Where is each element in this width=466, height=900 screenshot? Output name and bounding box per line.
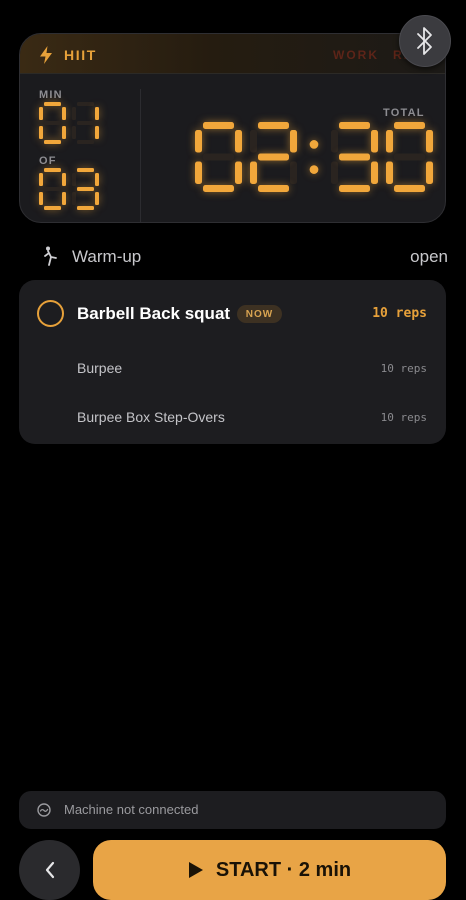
digit-2-segment-b bbox=[371, 130, 378, 153]
exercise-list: Barbell Back squat NOW 10 reps Burpee 10… bbox=[19, 280, 446, 444]
digit-0-segment-e bbox=[195, 161, 202, 184]
machine-status-bar[interactable]: Machine not connected bbox=[19, 791, 446, 829]
bluetooth-button[interactable] bbox=[399, 15, 451, 67]
digit-0-segment-g bbox=[44, 121, 61, 125]
now-badge: NOW bbox=[237, 305, 282, 323]
round-total-display bbox=[39, 168, 99, 210]
timer-header: HIIT WORKREST bbox=[20, 34, 445, 74]
exercise-reps: 10 reps bbox=[380, 411, 427, 424]
digit-3-segment-e bbox=[386, 161, 393, 184]
digit-3-segment-f bbox=[386, 130, 393, 153]
digit-3-segment-d bbox=[394, 185, 425, 192]
lightning-bolt-icon bbox=[40, 46, 52, 64]
digit-1-segment-d bbox=[77, 140, 94, 144]
digit-1-segment-d bbox=[258, 185, 289, 192]
digit-0-segment-f bbox=[39, 173, 43, 186]
digit-1-segment-f bbox=[250, 130, 257, 153]
warmup-open-link[interactable]: open bbox=[410, 247, 448, 267]
digit-2-segment-f bbox=[331, 130, 338, 153]
digit-0-segment-b bbox=[62, 173, 66, 186]
digit-1-segment-d bbox=[77, 206, 94, 210]
digit-0-segment-b bbox=[235, 130, 242, 153]
digit-1-segment-c bbox=[95, 126, 99, 139]
digit-2-segment-d bbox=[339, 185, 370, 192]
colon-dot bbox=[309, 140, 319, 149]
exercise-name[interactable]: Burpee bbox=[77, 360, 122, 376]
digit-1-segment-b bbox=[95, 173, 99, 186]
colon-dot bbox=[309, 165, 319, 174]
digit-0-segment-a bbox=[44, 102, 61, 106]
digit-1-segment-f bbox=[72, 107, 76, 120]
digit-2-segment-e bbox=[331, 161, 338, 184]
start-button[interactable]: START · 2 min bbox=[93, 840, 446, 900]
digit-0-segment-c bbox=[235, 161, 242, 184]
gauge-icon bbox=[37, 803, 51, 817]
digit-1-segment-b bbox=[95, 107, 99, 120]
digit-0-segment-g bbox=[44, 187, 61, 191]
digit-0-segment-e bbox=[39, 126, 43, 139]
digit-1-segment-e bbox=[72, 192, 76, 205]
digit-1-segment-e bbox=[250, 161, 257, 184]
digit-2-segment-g bbox=[339, 153, 370, 161]
digit-1-segment-f bbox=[72, 173, 76, 186]
digit-1-segment-g bbox=[77, 187, 94, 191]
digit-3-segment-c bbox=[426, 161, 433, 184]
round-label: MIN bbox=[39, 89, 63, 101]
back-button[interactable] bbox=[19, 840, 80, 900]
timer-card: HIIT WORKREST MIN OF TOTAL bbox=[19, 33, 446, 223]
digit-1-segment-g bbox=[77, 121, 94, 125]
digit-1-segment-e bbox=[72, 126, 76, 139]
digit-0-segment-b bbox=[62, 107, 66, 120]
digit-1-segment-c bbox=[290, 161, 297, 184]
digit-0-segment-c bbox=[62, 192, 66, 205]
digit-0-segment-g bbox=[203, 153, 234, 161]
digit-0-segment-f bbox=[195, 130, 202, 153]
play-icon bbox=[188, 862, 203, 878]
digit-0-segment-f bbox=[39, 107, 43, 120]
digit-0-segment-d bbox=[203, 185, 234, 192]
digit-1-segment-a bbox=[258, 122, 289, 129]
exercise-reps-active: 10 reps bbox=[372, 306, 427, 321]
digit-0-segment-d bbox=[44, 140, 61, 144]
of-label: OF bbox=[39, 155, 57, 167]
digit-2-segment-a bbox=[339, 122, 370, 129]
machine-status-text: Machine not connected bbox=[64, 802, 199, 817]
timer-divider bbox=[140, 89, 141, 222]
warmup-label: Warm-up bbox=[72, 247, 142, 266]
stretching-figure-icon bbox=[44, 246, 57, 266]
digit-0-segment-e bbox=[39, 192, 43, 205]
digit-1-segment-a bbox=[77, 102, 94, 106]
phase-work-label: WORK bbox=[333, 48, 379, 62]
digit-0-segment-c bbox=[62, 126, 66, 139]
exercise-name[interactable]: Burpee Box Step-Overs bbox=[77, 409, 225, 425]
bluetooth-icon bbox=[417, 27, 432, 55]
digit-1-segment-c bbox=[95, 192, 99, 205]
digit-0-segment-d bbox=[44, 206, 61, 210]
digit-2-segment-c bbox=[371, 161, 378, 184]
digit-0-segment-a bbox=[203, 122, 234, 129]
start-button-label: START · 2 min bbox=[215, 858, 352, 881]
digit-0-segment-a bbox=[44, 168, 61, 172]
total-label: TOTAL bbox=[383, 107, 425, 119]
digit-3-segment-b bbox=[426, 130, 433, 153]
digit-3-segment-a bbox=[394, 122, 425, 129]
digit-1-segment-a bbox=[77, 168, 94, 172]
mode-label: HIIT bbox=[64, 47, 97, 63]
exercise-reps: 10 reps bbox=[380, 362, 427, 375]
digit-1-segment-g bbox=[258, 153, 289, 161]
exercise-name-active[interactable]: Barbell Back squat bbox=[77, 304, 230, 324]
digit-3-segment-g bbox=[394, 153, 425, 161]
exercise-complete-toggle[interactable] bbox=[37, 300, 64, 327]
digit-1-segment-b bbox=[290, 130, 297, 153]
chevron-left-icon bbox=[45, 861, 54, 879]
round-current-display bbox=[39, 102, 99, 144]
total-time-display bbox=[195, 122, 433, 192]
